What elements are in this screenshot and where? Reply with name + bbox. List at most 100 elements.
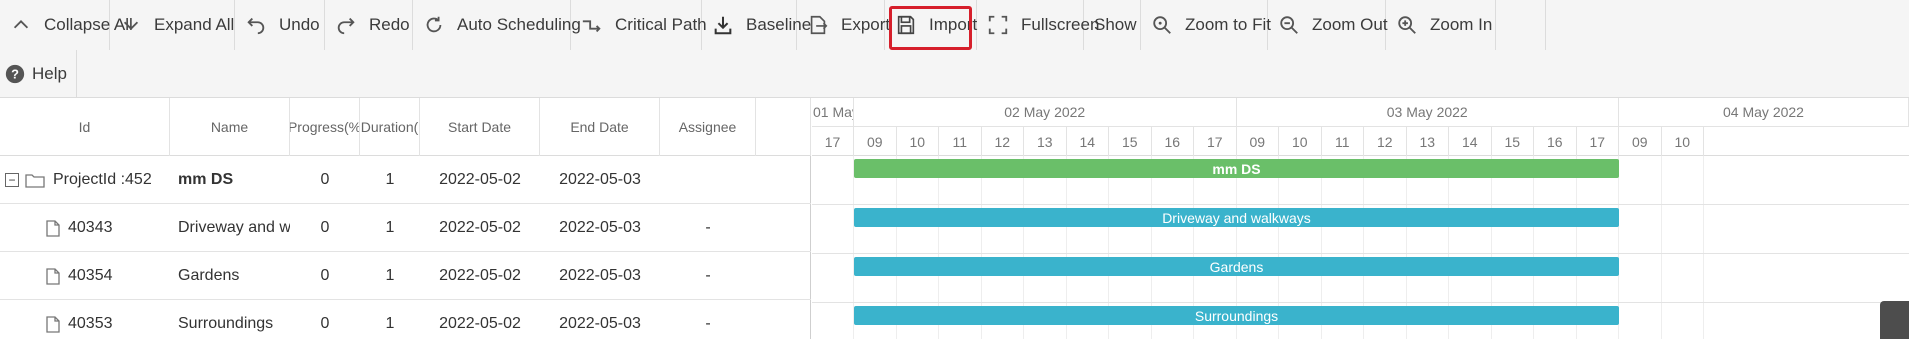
task-id: ProjectId :452 (53, 171, 152, 188)
zoom-in-button[interactable]: Zoom In (1386, 0, 1496, 50)
cell-id: 40343 (0, 204, 170, 252)
redo-button[interactable]: Redo (325, 0, 413, 50)
export-button[interactable]: Export (797, 0, 890, 50)
scroll-corner[interactable] (1880, 301, 1909, 339)
cell-progress: 0 (320, 219, 330, 236)
cell-name: mm DS (178, 171, 234, 188)
grid-line (1703, 156, 1704, 339)
svg-text:?: ? (11, 67, 19, 82)
cell-duration: 1 (385, 315, 395, 332)
redo-label: Redo (369, 15, 410, 34)
cell-duration: 1 (385, 171, 395, 188)
cell-assignee: - (705, 219, 711, 236)
toolbar-row-2: ? Help (0, 50, 77, 98)
undo-label: Undo (279, 15, 320, 34)
critical-path-button[interactable]: Critical Path (571, 0, 707, 50)
undo-button[interactable]: Undo (235, 0, 325, 50)
zoom-out-button[interactable]: Zoom Out (1268, 0, 1388, 50)
column-header-extra[interactable] (756, 98, 811, 156)
hour-cell: 09 (1619, 127, 1662, 156)
hour-cell: 10 (1279, 127, 1322, 156)
auto-scheduling-label: Auto Scheduling (457, 15, 581, 34)
show-button[interactable]: Show (1084, 0, 1141, 50)
task-row[interactable]: 40353 Surroundings 0 1 2022-05-02 2022-05-03 - (0, 300, 811, 339)
fullscreen-icon (987, 13, 1009, 37)
column-header-id[interactable]: Id (0, 98, 170, 156)
hour-cell: 11 (1322, 127, 1364, 156)
task-id: 40343 (68, 219, 113, 236)
help-icon: ? (4, 62, 26, 86)
cell-progress: 0 (320, 267, 330, 284)
task-row[interactable]: 40343 Driveway and walkways 0 1 2022-05-02 20… (0, 204, 811, 252)
day-cell: 04 May 2022 (1619, 98, 1909, 127)
column-header-name[interactable]: Name (170, 98, 290, 156)
hour-cell: 12 (982, 127, 1024, 156)
show-label: Show (1094, 15, 1137, 34)
redo-icon (335, 13, 357, 37)
zoom-in-icon (1396, 13, 1418, 37)
hour-cell: 14 (1067, 127, 1109, 156)
help-button[interactable]: ? Help (0, 50, 77, 98)
refresh-icon (423, 13, 445, 37)
task-bar[interactable]: Driveway and walkways (854, 208, 1619, 227)
hour-cell: 12 (1364, 127, 1407, 156)
cell-start: 2022-05-02 (439, 315, 521, 332)
zoom-to-fit-label: Zoom to Fit (1185, 15, 1271, 34)
collapse-all-button[interactable]: Collapse All (0, 0, 133, 50)
baseline-button[interactable]: Baseline (702, 0, 811, 50)
hour-cell: 10 (897, 127, 939, 156)
cell-id: 40354 (0, 252, 170, 300)
grid-body: − ProjectId :452 mm DS 0 1 2022-05-02 2022-05-… (0, 156, 811, 339)
toolbar: Collapse All Expand All Undo Redo Auto Sched… (0, 0, 1909, 98)
cell-duration: 1 (385, 219, 395, 236)
task-bar[interactable]: Surroundings (854, 306, 1619, 325)
gantt-chart: 1701 May09101112131415161702 May 2022091… (812, 98, 1909, 339)
timeline-header: 1701 May09101112131415161702 May 2022091… (812, 98, 1909, 156)
hour-cell: 13 (1407, 127, 1449, 156)
chevron-up-icon (10, 13, 32, 37)
auto-scheduling-button[interactable]: Auto Scheduling (413, 0, 581, 50)
hour-cell: 10 (1662, 127, 1704, 156)
cell-extra (756, 156, 811, 204)
collapse-toggle-icon[interactable]: − (5, 173, 19, 187)
column-header-end[interactable]: End Date (540, 98, 660, 156)
expand-all-label: Expand All (154, 15, 235, 34)
hour-cell: 17 (1194, 127, 1237, 156)
fullscreen-button[interactable]: Fullscreen (977, 0, 1099, 50)
file-icon (46, 267, 68, 285)
hour-cell: 15 (1109, 127, 1152, 156)
import-button[interactable]: Import (885, 0, 977, 50)
row-line (812, 302, 1909, 303)
day-cell: 01 May (812, 98, 854, 127)
hour-cell: 17 (1577, 127, 1619, 156)
task-row[interactable]: 40354 Gardens 0 1 2022-05-02 2022-05-03 - (0, 252, 811, 300)
column-header-progress[interactable]: Progress(% (290, 98, 360, 156)
zoom-to-fit-button[interactable]: Zoom to Fit (1141, 0, 1271, 50)
cell-progress: 0 (320, 171, 330, 188)
cell-end: 2022-05-03 (559, 171, 641, 188)
column-header-assignee[interactable]: Assignee (660, 98, 756, 156)
hour-cell: 09 (854, 127, 897, 156)
save-icon (895, 13, 917, 37)
download-icon (712, 13, 734, 37)
toolbar-row-1: Collapse All Expand All Undo Redo Auto Sched… (0, 0, 1546, 50)
cell-extra (756, 300, 811, 339)
cell-start: 2022-05-02 (439, 171, 521, 188)
cell-progress: 0 (320, 315, 330, 332)
column-header-start[interactable]: Start Date (420, 98, 540, 156)
column-header-duration[interactable]: Duration( (360, 98, 420, 156)
cell-end: 2022-05-03 (559, 315, 641, 332)
import-label: Import (929, 15, 978, 34)
cell-assignee: - (705, 315, 711, 332)
cell-start: 2022-05-02 (439, 267, 521, 284)
hour-cell: 17 (812, 127, 854, 156)
expand-all-button[interactable]: Expand All (110, 0, 235, 50)
project-bar[interactable]: mm DS (854, 159, 1619, 178)
task-grid: Id Name Progress(% Duration(Start Date End D… (0, 98, 811, 339)
project-row[interactable]: − ProjectId :452 mm DS 0 1 2022-05-02 2022-05-… (0, 156, 811, 204)
cell-extra (756, 204, 811, 252)
cell-name: Gardens (178, 267, 240, 284)
task-bar[interactable]: Gardens (854, 257, 1619, 276)
hour-cell: 14 (1449, 127, 1492, 156)
hour-cell: 11 (939, 127, 982, 156)
